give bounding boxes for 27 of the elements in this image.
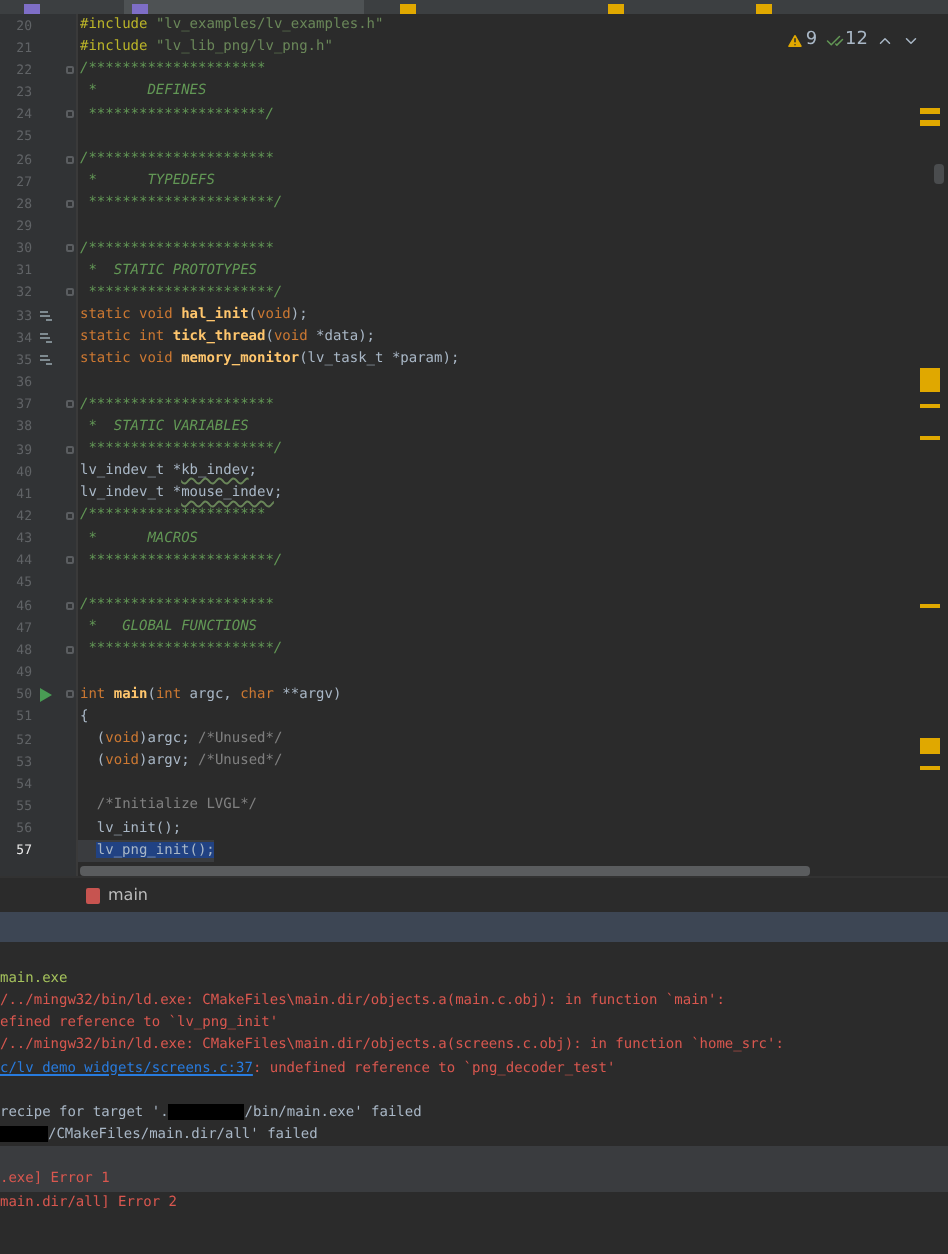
- horizontal-scrollbar[interactable]: [80, 866, 810, 876]
- fold-marker[interactable]: [66, 110, 74, 119]
- scrollbar-thumb[interactable]: [934, 164, 944, 184]
- fold-marker[interactable]: [66, 556, 74, 565]
- fold-marker[interactable]: [66, 244, 74, 253]
- fold-marker[interactable]: [66, 645, 74, 654]
- fold-marker[interactable]: [66, 288, 74, 297]
- run-icon[interactable]: [40, 687, 52, 702]
- warning-icon[interactable]: [785, 31, 804, 49]
- fold-marker[interactable]: [66, 65, 74, 74]
- fold-marker[interactable]: [66, 512, 74, 521]
- function-icon: [86, 887, 100, 903]
- double-check-icon[interactable]: [825, 31, 844, 49]
- redaction-bar: [168, 1104, 245, 1121]
- warning-count[interactable]: 9: [805, 30, 818, 50]
- implements-icon[interactable]: [40, 309, 52, 322]
- implements-icon[interactable]: [40, 331, 52, 344]
- fold-marker[interactable]: [66, 400, 74, 409]
- fold-marker[interactable]: [66, 199, 74, 208]
- fold-marker[interactable]: [66, 155, 74, 164]
- fold-marker[interactable]: [66, 690, 74, 699]
- breadcrumb-item[interactable]: main: [108, 886, 148, 904]
- weak-warning-count[interactable]: 12: [845, 30, 868, 50]
- redaction-bar: [0, 1126, 48, 1143]
- fold-marker[interactable]: [66, 601, 74, 610]
- fold-marker[interactable]: [66, 445, 74, 454]
- implements-icon[interactable]: [40, 353, 52, 366]
